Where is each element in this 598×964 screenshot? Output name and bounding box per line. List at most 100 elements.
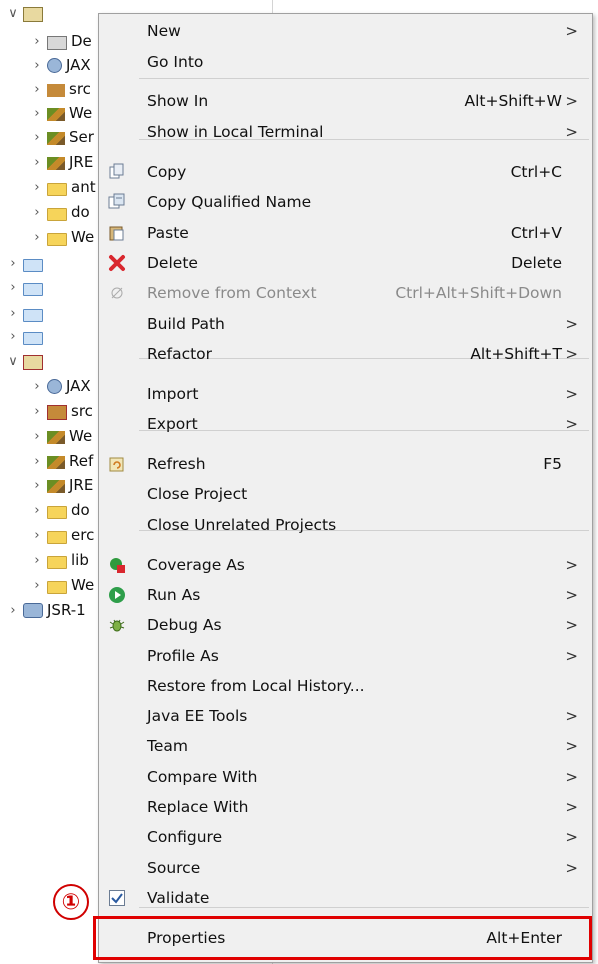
library-icon [47, 479, 65, 493]
chevron-right-icon[interactable]: › [30, 230, 44, 245]
tree-item[interactable]: › [6, 325, 47, 347]
tree-item[interactable]: › src [30, 78, 91, 100]
chevron-right-icon[interactable]: › [6, 329, 20, 344]
menu-item-label: Delete [147, 254, 198, 272]
tree-item[interactable]: › JRE [30, 474, 93, 496]
tree-item[interactable]: › [6, 276, 47, 298]
tree-item-label: Ser [69, 128, 94, 146]
tree-item[interactable]: › [6, 302, 47, 324]
menu-item-go-into[interactable]: Go Into [99, 47, 592, 77]
menu-item-new[interactable]: New > [99, 16, 592, 46]
menu-item-show-in-local-terminal[interactable]: Show in Local Terminal > [99, 117, 592, 147]
tree-item-project-3[interactable]: › JSR-1 [6, 599, 85, 621]
menu-item-label: Copy [147, 163, 187, 181]
tree-item[interactable]: › JRE [30, 151, 93, 173]
menu-item-label: Remove from Context [147, 284, 317, 302]
annotation-highlight-box [93, 916, 592, 960]
tree-item[interactable]: › We [30, 574, 94, 596]
chevron-right-icon[interactable]: › [30, 58, 44, 73]
chevron-down-icon[interactable]: ∨ [6, 354, 20, 369]
tree-item[interactable]: › Ser [30, 126, 94, 148]
tree-item[interactable]: › JAX [30, 375, 90, 397]
run-icon [107, 585, 127, 605]
tree-item[interactable]: › JAX [30, 54, 91, 76]
menu-item-refresh[interactable]: Refresh F5 [99, 449, 592, 479]
chevron-right-icon[interactable]: › [6, 280, 20, 295]
tree-item[interactable]: › lib [30, 549, 88, 571]
menu-item-run-as[interactable]: Run As > [99, 580, 592, 610]
chevron-right-icon[interactable]: › [30, 180, 44, 195]
tree-item[interactable]: › [6, 252, 47, 274]
tree-item[interactable]: › De [30, 30, 92, 52]
menu-item-configure[interactable]: Configure > [99, 822, 592, 852]
menu-item-build-path[interactable]: Build Path > [99, 309, 592, 339]
menu-item-label: Close Project [147, 485, 248, 503]
chevron-right-icon[interactable]: › [30, 130, 44, 145]
tree-item[interactable]: › do [30, 201, 90, 223]
chevron-right-icon[interactable]: › [30, 528, 44, 543]
menu-item-compare-with[interactable]: Compare With > [99, 762, 592, 792]
chevron-right-icon[interactable]: › [30, 205, 44, 220]
tree-item-project-1[interactable]: ∨ [6, 2, 47, 24]
tree-item-project-2[interactable]: ∨ [6, 350, 47, 372]
menu-item-debug-as[interactable]: Debug As > [99, 610, 592, 640]
menu-item-refactor[interactable]: Refactor Alt+Shift+T > [99, 339, 592, 369]
tree-item-label: JAX [66, 56, 91, 74]
chevron-right-icon[interactable]: › [30, 478, 44, 493]
menu-item-paste[interactable]: Paste Ctrl+V [99, 218, 592, 248]
menu-item-replace-with[interactable]: Replace With > [99, 792, 592, 822]
menu-item-import[interactable]: Import > [99, 379, 592, 409]
menu-item-java-ee-tools[interactable]: Java EE Tools > [99, 701, 592, 731]
tree-item[interactable]: › Ref [30, 450, 93, 472]
chevron-right-icon[interactable]: › [6, 306, 20, 321]
menu-item-restore-from-local-history[interactable]: Restore from Local History... [99, 671, 592, 701]
menu-item-copy[interactable]: Copy Ctrl+C [99, 157, 592, 187]
submenu-chevron-icon: > [565, 768, 578, 786]
menu-item-delete[interactable]: Delete Delete [99, 248, 592, 278]
menu-item-close-project[interactable]: Close Project [99, 479, 592, 509]
chevron-right-icon[interactable]: › [30, 82, 44, 97]
menu-item-export[interactable]: Export > [99, 409, 592, 439]
menu-item-profile-as[interactable]: Profile As > [99, 641, 592, 671]
chevron-right-icon[interactable]: › [30, 503, 44, 518]
chevron-right-icon[interactable]: › [30, 553, 44, 568]
tree-item[interactable]: › src [30, 400, 93, 422]
menu-item-close-unrelated-projects[interactable]: Close Unrelated Projects [99, 510, 592, 540]
chevron-right-icon[interactable]: › [30, 106, 44, 121]
tree-item[interactable]: › We [30, 226, 94, 248]
chevron-right-icon[interactable]: › [30, 155, 44, 170]
menu-item-coverage-as[interactable]: Coverage As > [99, 550, 592, 580]
chevron-right-icon[interactable]: › [30, 404, 44, 419]
context-menu: New > Go Into Show In Alt+Shift+W > Show in Lo… [98, 13, 593, 963]
menu-item-shortcut: Delete [511, 254, 562, 272]
chevron-down-icon[interactable]: ∨ [6, 6, 20, 21]
web-service-icon [47, 378, 62, 394]
menu-item-label: Source [147, 859, 201, 877]
tree-item[interactable]: › We [30, 425, 92, 447]
tree-item[interactable]: › ant [30, 176, 95, 198]
menu-item-shortcut: Alt+Shift+W [464, 92, 562, 110]
menu-item-show-in[interactable]: Show In Alt+Shift+W > [99, 86, 592, 116]
web-service-icon [47, 57, 62, 73]
menu-item-copy-qualified-name[interactable]: Copy Qualified Name [99, 187, 592, 217]
chevron-right-icon[interactable]: › [30, 379, 44, 394]
chevron-right-icon[interactable]: › [6, 256, 20, 271]
submenu-chevron-icon: > [565, 616, 578, 634]
chevron-right-icon[interactable]: › [6, 603, 20, 618]
tree-item[interactable]: › do [30, 499, 89, 521]
chevron-right-icon[interactable]: › [30, 578, 44, 593]
menu-item-label: Show In [147, 92, 209, 110]
chevron-right-icon[interactable]: › [30, 34, 44, 49]
tree-item[interactable]: › erc [30, 524, 94, 546]
tree-item[interactable]: › We [30, 102, 92, 124]
menu-item-shortcut: Ctrl+V [510, 224, 562, 242]
menu-item-label: Paste [147, 224, 189, 242]
tree-item-label: do [71, 203, 90, 221]
menu-item-validate[interactable]: Validate [99, 883, 592, 913]
menu-item-source[interactable]: Source > [99, 853, 592, 883]
project-icon [23, 6, 43, 22]
menu-item-label: Refresh [147, 455, 206, 473]
menu-item-team[interactable]: Team > [99, 731, 592, 761]
chevron-right-icon[interactable]: › [30, 429, 44, 444]
chevron-right-icon[interactable]: › [30, 454, 44, 469]
